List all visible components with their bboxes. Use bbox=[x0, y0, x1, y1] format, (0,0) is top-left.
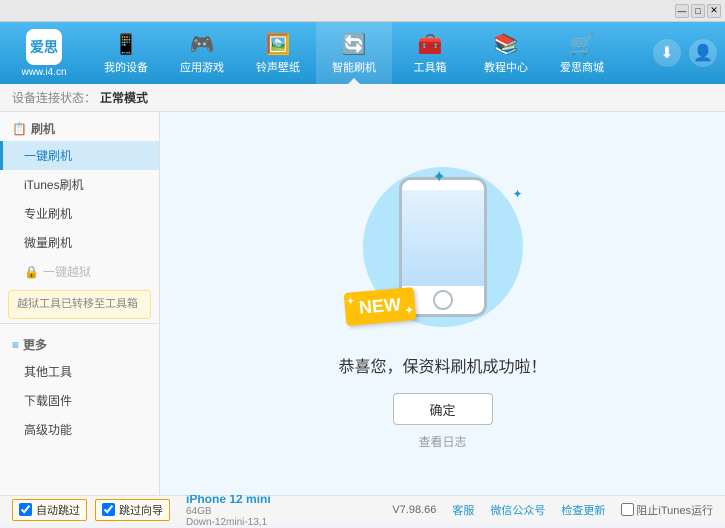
stop-itunes-checkbox[interactable] bbox=[621, 503, 634, 516]
titlebar: — □ ✕ bbox=[0, 0, 725, 22]
auto-skip-label: 自动跳过 bbox=[36, 502, 80, 518]
device-system: Down-12mini-13,1 bbox=[186, 517, 271, 528]
my-device-icon: 📱 bbox=[114, 32, 139, 57]
sidebar-item-itunes[interactable]: iTunes刷机 bbox=[0, 170, 159, 199]
tutorial-icon: 📚 bbox=[494, 32, 519, 57]
sparkle2-icon: ✦ bbox=[512, 187, 522, 201]
sparkle1-icon: ✦ bbox=[433, 167, 446, 187]
nav-toolbox[interactable]: 🧰 工具箱 bbox=[392, 22, 468, 84]
sidebar-jailbreak-disabled: 🔒 一键越狱 bbox=[0, 257, 159, 286]
toolbox-icon: 🧰 bbox=[418, 32, 443, 57]
bottom-left: 自动跳过 跳过向导 iPhone 12 mini 64GB Down-12min… bbox=[12, 492, 392, 528]
nav-store[interactable]: 🛒 爱思商城 bbox=[544, 22, 620, 84]
flash-section-label: 刷机 bbox=[31, 120, 55, 137]
nav-right: ⬇ 👤 bbox=[653, 39, 725, 67]
close-button[interactable]: ✕ bbox=[707, 4, 721, 18]
store-icon: 🛒 bbox=[570, 32, 595, 57]
maximize-button[interactable]: □ bbox=[691, 4, 705, 18]
more-section-label: 更多 bbox=[23, 336, 47, 353]
nav-smart-flash[interactable]: 🔄 智能刷机 bbox=[316, 22, 392, 84]
status-bar: 设备连接状态： 正常模式 bbox=[0, 84, 725, 112]
more-section-icon: ≡ bbox=[12, 338, 19, 352]
sidebar-item-other-tools[interactable]: 其他工具 bbox=[0, 357, 159, 386]
device-storage: 64GB bbox=[186, 506, 271, 517]
sidebar-flash-title: 📋 刷机 bbox=[0, 112, 159, 141]
logo-subtext: www.i4.cn bbox=[21, 67, 66, 78]
sidebar-note: 越狱工具已转移至工具箱 bbox=[8, 290, 151, 319]
download-button[interactable]: ⬇ bbox=[653, 39, 681, 67]
success-text: 恭喜您，保资料刷机成功啦！ bbox=[338, 353, 546, 377]
content-area: NEW ✦ ✦ 恭喜您，保资料刷机成功啦！ 确定 查看日志 bbox=[160, 112, 725, 495]
nav-tutorial-label: 教程中心 bbox=[484, 59, 528, 75]
device-info: iPhone 12 mini 64GB Down-12mini-13,1 bbox=[186, 492, 271, 528]
nav-tutorial[interactable]: 📚 教程中心 bbox=[468, 22, 544, 84]
bottombar: 自动跳过 跳过向导 iPhone 12 mini 64GB Down-12min… bbox=[0, 495, 725, 523]
status-label: 设备连接状态： bbox=[12, 89, 96, 106]
status-value: 正常模式 bbox=[100, 89, 148, 106]
checkbox-group-1: 自动跳过 bbox=[12, 499, 87, 521]
nav-my-device[interactable]: 📱 我的设备 bbox=[88, 22, 164, 84]
bottom-right: V7.98.66 客服 微信公众号 检查更新 阻止iTunes运行 bbox=[392, 502, 713, 518]
new-badge: NEW bbox=[343, 287, 416, 326]
sidebar-divider bbox=[0, 323, 159, 324]
wechat-link[interactable]: 微信公众号 bbox=[490, 502, 545, 518]
check-update-link[interactable]: 检查更新 bbox=[561, 502, 605, 518]
nav-wallpaper-label: 铃声壁纸 bbox=[256, 59, 300, 75]
flash-section-icon: 📋 bbox=[12, 122, 27, 136]
minimize-button[interactable]: — bbox=[675, 4, 689, 18]
skip-wizard-checkbox[interactable] bbox=[102, 503, 115, 516]
service-link[interactable]: 客服 bbox=[452, 502, 474, 518]
sidebar: 📋 刷机 一键刷机 iTunes刷机 专业刷机 微量刷机 🔒 一键越狱 越狱工具… bbox=[0, 112, 160, 495]
sidebar-item-micro[interactable]: 微量刷机 bbox=[0, 228, 159, 257]
apps-games-icon: 🎮 bbox=[190, 32, 215, 57]
wallpaper-icon: 🖼️ bbox=[266, 32, 291, 57]
phone-home-button bbox=[433, 290, 453, 310]
jailbreak-label: 一键越狱 bbox=[43, 263, 91, 280]
version-label: V7.98.66 bbox=[392, 504, 436, 516]
confirm-button[interactable]: 确定 bbox=[393, 393, 493, 425]
nav-toolbox-label: 工具箱 bbox=[414, 59, 447, 75]
nav-store-label: 爱思商城 bbox=[560, 59, 604, 75]
logo-icon: 爱思 bbox=[26, 29, 62, 65]
sidebar-item-one-click[interactable]: 一键刷机 bbox=[0, 141, 159, 170]
sidebar-item-pro[interactable]: 专业刷机 bbox=[0, 199, 159, 228]
skip-wizard-label: 跳过向导 bbox=[119, 502, 163, 518]
checkbox-group-2: 跳过向导 bbox=[95, 499, 170, 521]
nav-my-device-label: 我的设备 bbox=[104, 59, 148, 75]
header: 爱思 www.i4.cn 📱 我的设备 🎮 应用游戏 🖼️ 铃声壁纸 🔄 智能刷… bbox=[0, 22, 725, 84]
sidebar-more-title: ≡ 更多 bbox=[0, 328, 159, 357]
phone-illustration: NEW ✦ ✦ bbox=[353, 157, 533, 337]
stop-itunes-label: 阻止iTunes运行 bbox=[636, 502, 713, 518]
main: 📋 刷机 一键刷机 iTunes刷机 专业刷机 微量刷机 🔒 一键越狱 越狱工具… bbox=[0, 112, 725, 495]
auto-skip-checkbox[interactable] bbox=[19, 503, 32, 516]
nav-items: 📱 我的设备 🎮 应用游戏 🖼️ 铃声壁纸 🔄 智能刷机 🧰 工具箱 📚 教程中… bbox=[88, 22, 653, 84]
sidebar-item-advanced[interactable]: 高级功能 bbox=[0, 415, 159, 444]
logo: 爱思 www.i4.cn bbox=[0, 29, 88, 78]
nav-apps-games-label: 应用游戏 bbox=[180, 59, 224, 75]
nav-wallpaper[interactable]: 🖼️ 铃声壁纸 bbox=[240, 22, 316, 84]
user-button[interactable]: 👤 bbox=[689, 39, 717, 67]
sidebar-item-download-firmware[interactable]: 下载固件 bbox=[0, 386, 159, 415]
daily-link[interactable]: 查看日志 bbox=[418, 433, 466, 450]
phone-screen bbox=[402, 190, 484, 286]
nav-smart-flash-label: 智能刷机 bbox=[332, 59, 376, 75]
stop-itunes-btn[interactable]: 阻止iTunes运行 bbox=[621, 502, 713, 518]
smart-flash-icon: 🔄 bbox=[342, 32, 367, 57]
nav-apps-games[interactable]: 🎮 应用游戏 bbox=[164, 22, 240, 84]
